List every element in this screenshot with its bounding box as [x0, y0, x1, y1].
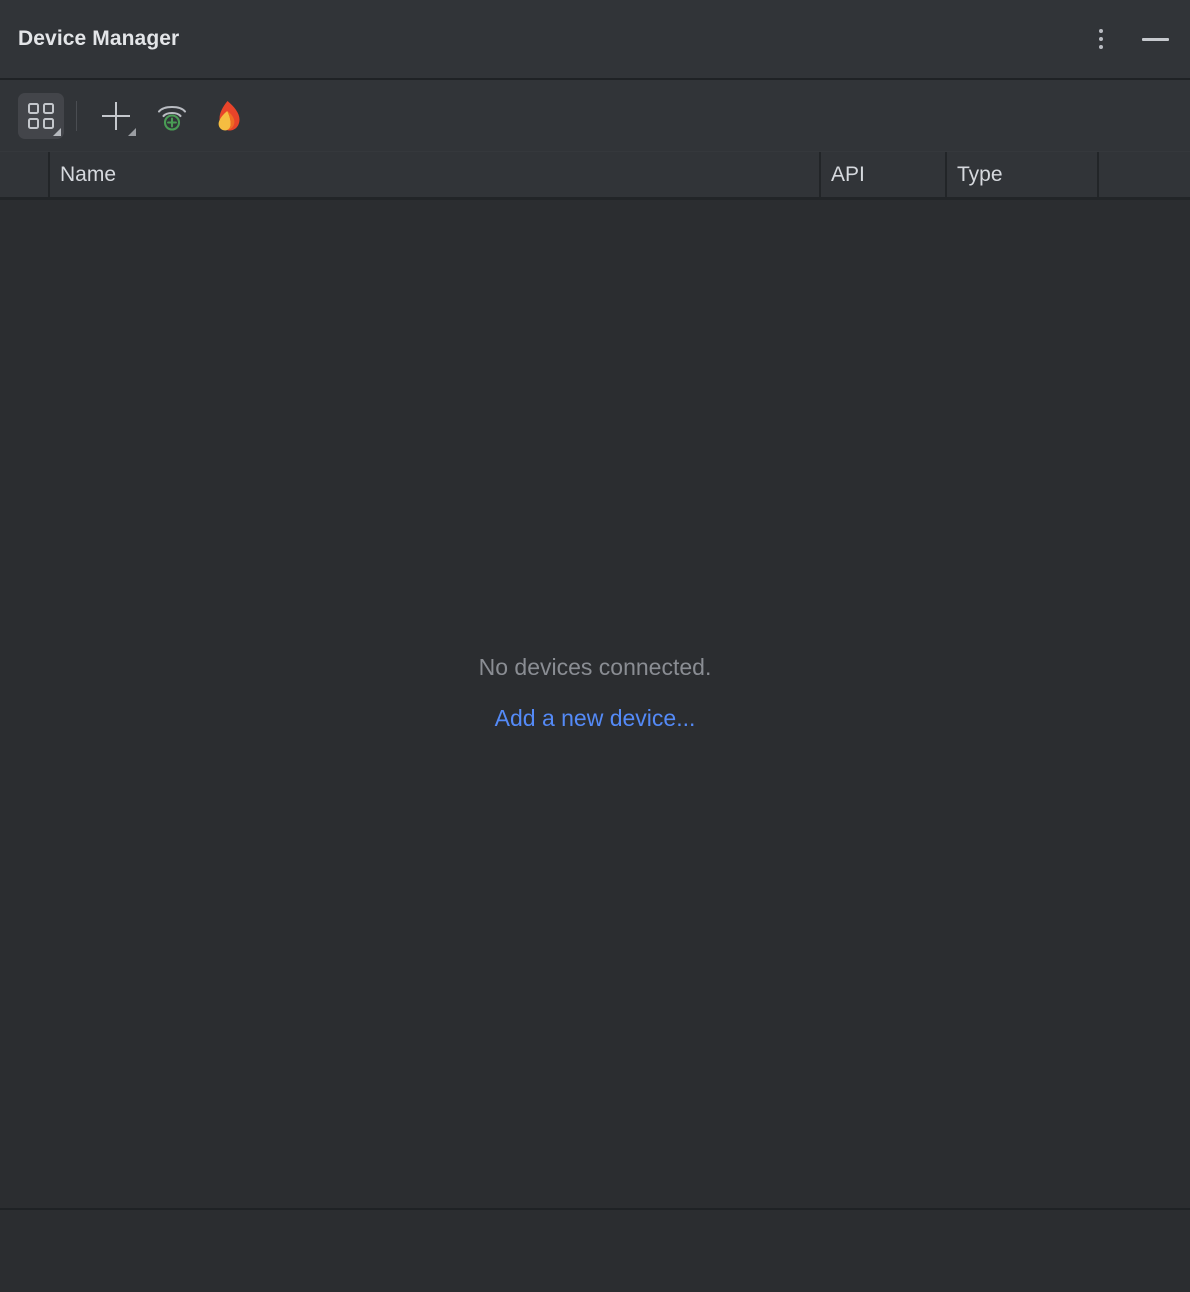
column-header-spacer — [0, 152, 48, 197]
minimize-icon — [1142, 38, 1169, 41]
pair-wifi-device-button[interactable] — [149, 93, 195, 139]
firebase-button[interactable] — [205, 93, 251, 139]
device-table-header: Name API Type — [0, 152, 1190, 200]
device-list-area: No devices connected. Add a new device..… — [0, 203, 1190, 1208]
column-header-extra[interactable] — [1097, 152, 1190, 197]
view-mode-button[interactable] — [18, 93, 64, 139]
more-options-button[interactable] — [1084, 22, 1118, 56]
page-title: Device Manager — [18, 27, 1084, 51]
more-vertical-icon — [1099, 29, 1103, 49]
wifi-pair-icon — [156, 101, 188, 131]
column-header-name[interactable]: Name — [48, 152, 819, 197]
empty-state-message: No devices connected. — [479, 654, 712, 681]
window-title-bar: Device Manager — [0, 0, 1190, 80]
grid-view-icon — [28, 103, 54, 129]
firebase-flame-icon — [214, 100, 242, 132]
column-header-type[interactable]: Type — [945, 152, 1097, 197]
add-new-device-link[interactable]: Add a new device... — [479, 705, 712, 732]
chevron-down-icon — [53, 128, 61, 136]
plus-icon — [102, 102, 130, 130]
minimize-button[interactable] — [1138, 22, 1172, 56]
status-bar — [0, 1208, 1190, 1292]
column-header-api[interactable]: API — [819, 152, 945, 197]
chevron-down-icon — [128, 128, 136, 136]
window-actions — [1084, 22, 1172, 56]
empty-state: No devices connected. Add a new device..… — [479, 654, 712, 732]
add-device-button[interactable] — [93, 93, 139, 139]
toolbar-divider — [76, 101, 77, 131]
device-manager-toolbar — [0, 80, 1190, 152]
